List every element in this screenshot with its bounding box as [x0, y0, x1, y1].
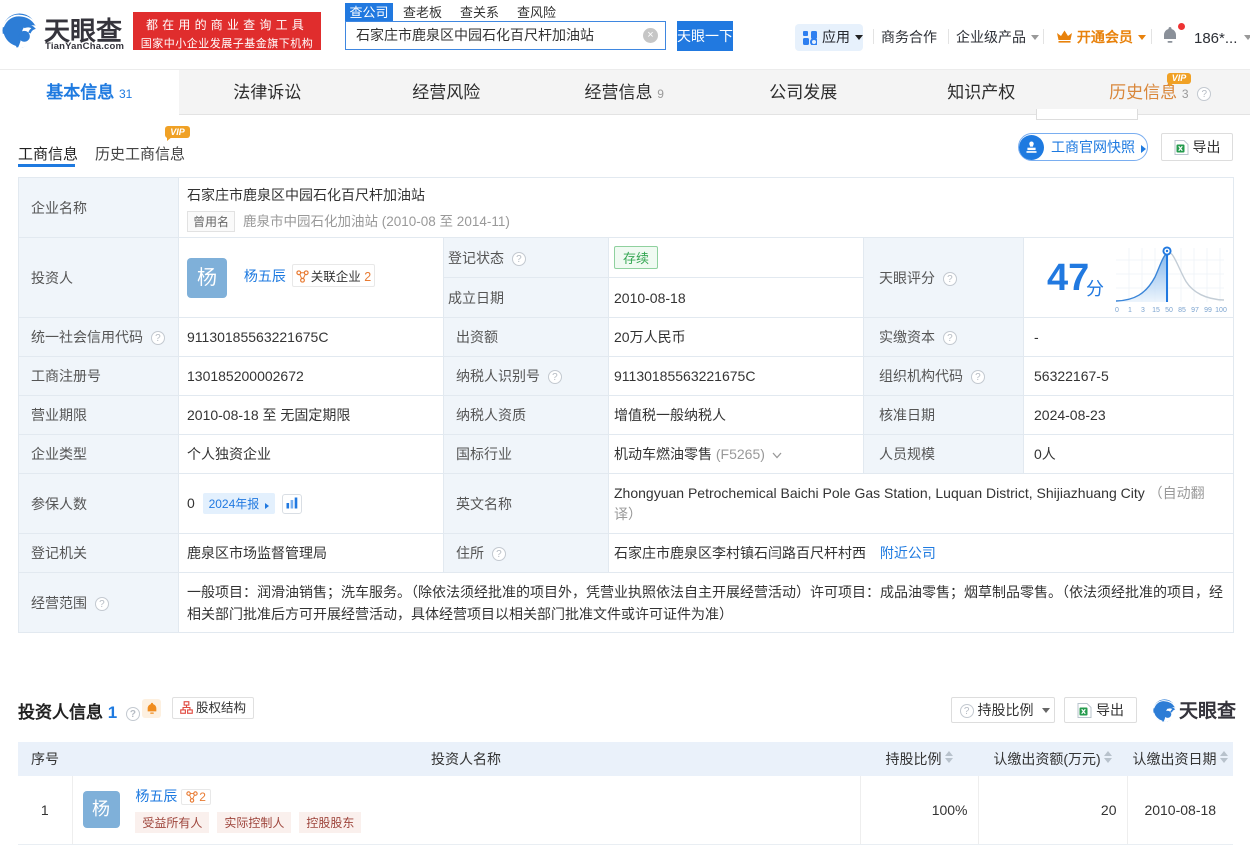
svg-text:85: 85	[1178, 307, 1186, 314]
svg-text:97: 97	[1191, 307, 1199, 314]
svg-text:3: 3	[1141, 307, 1145, 314]
svg-text:100: 100	[1215, 307, 1227, 314]
svg-text:99: 99	[1204, 307, 1212, 314]
svg-text:15: 15	[1152, 307, 1160, 314]
svg-text:0: 0	[1115, 307, 1119, 314]
svg-text:50: 50	[1165, 307, 1173, 314]
svg-text:1: 1	[1128, 307, 1132, 314]
